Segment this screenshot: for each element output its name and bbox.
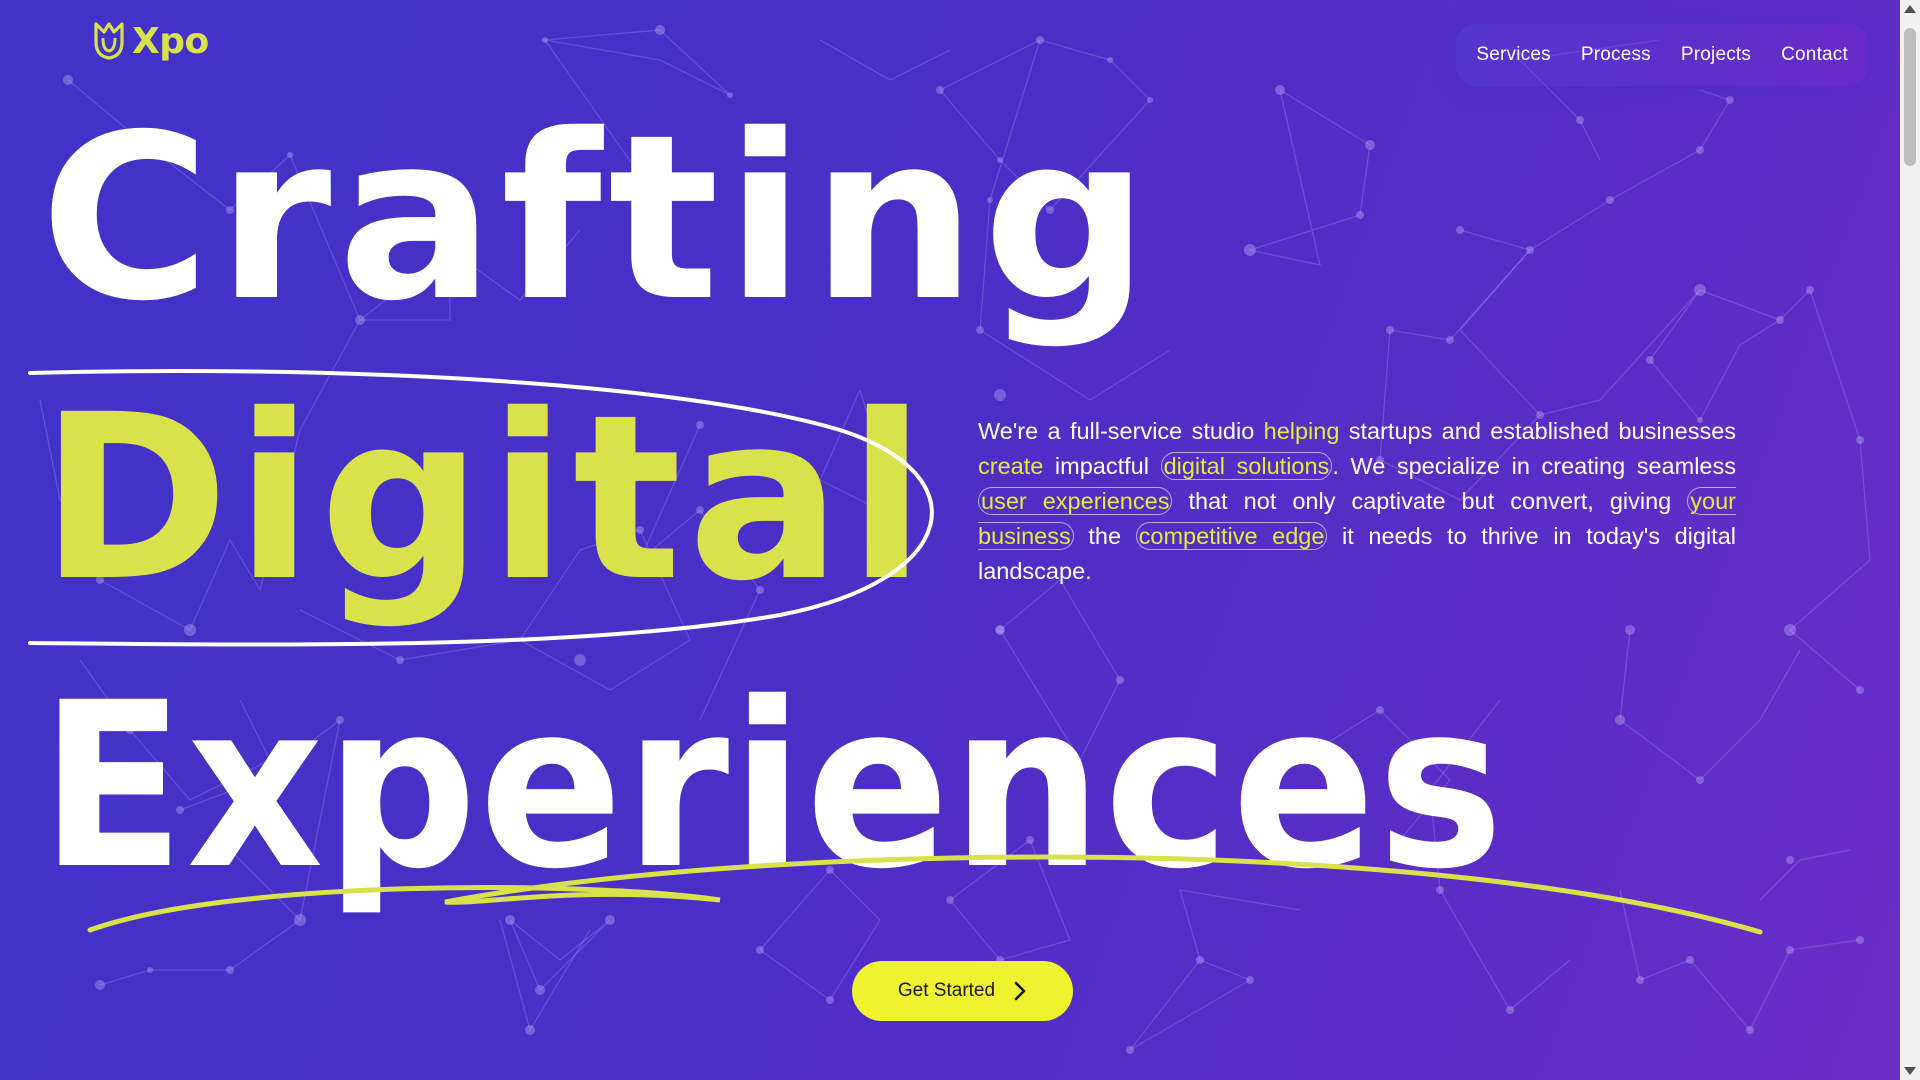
nav-link-services[interactable]: Services [1476,44,1550,66]
scroll-up-arrow-icon[interactable] [1904,5,1916,13]
nav-link-process[interactable]: Process [1581,44,1651,66]
nav-link-projects[interactable]: Projects [1681,44,1751,66]
blurb-text: We're a full-service studio [978,418,1264,444]
brand-logo[interactable]: Xpo [92,20,209,62]
blurb-text: . We specialize in creating seamless [1332,453,1736,479]
hero-headline-line-1: Crafting [40,85,1156,351]
highlight-user-experiences: user experiences [978,487,1173,515]
hero-description: We're a full-service studio helping star… [978,414,1736,589]
highlight-helping: helping [1263,418,1340,444]
scroll-down-arrow-icon[interactable] [1904,1067,1916,1075]
tulip-logo-icon [94,22,124,60]
blurb-text: the [1073,523,1136,549]
brand-name: Xpo [132,20,209,62]
hand-drawn-swoosh [87,854,1763,935]
highlight-digital-solutions: digital solutions [1160,452,1333,480]
highlight-create: create [978,453,1044,479]
scrollbar-thumb[interactable] [1904,28,1916,166]
get-started-button[interactable]: Get Started [852,961,1073,1021]
nav-link-contact[interactable]: Contact [1781,44,1848,66]
highlight-competitive-edge: competitive edge [1135,522,1328,550]
page-scrollbar[interactable] [1900,0,1920,1080]
blurb-text: impactful [1043,453,1161,479]
get-started-label: Get Started [897,980,996,1001]
blurb-text: startups and established businesses [1339,418,1737,444]
blurb-text: that not only captivate but convert, giv… [1172,488,1688,514]
main-nav: Services Process Projects Contact [1456,24,1868,86]
hand-drawn-ellipse [28,368,934,647]
chevron-right-icon [1014,981,1026,1001]
